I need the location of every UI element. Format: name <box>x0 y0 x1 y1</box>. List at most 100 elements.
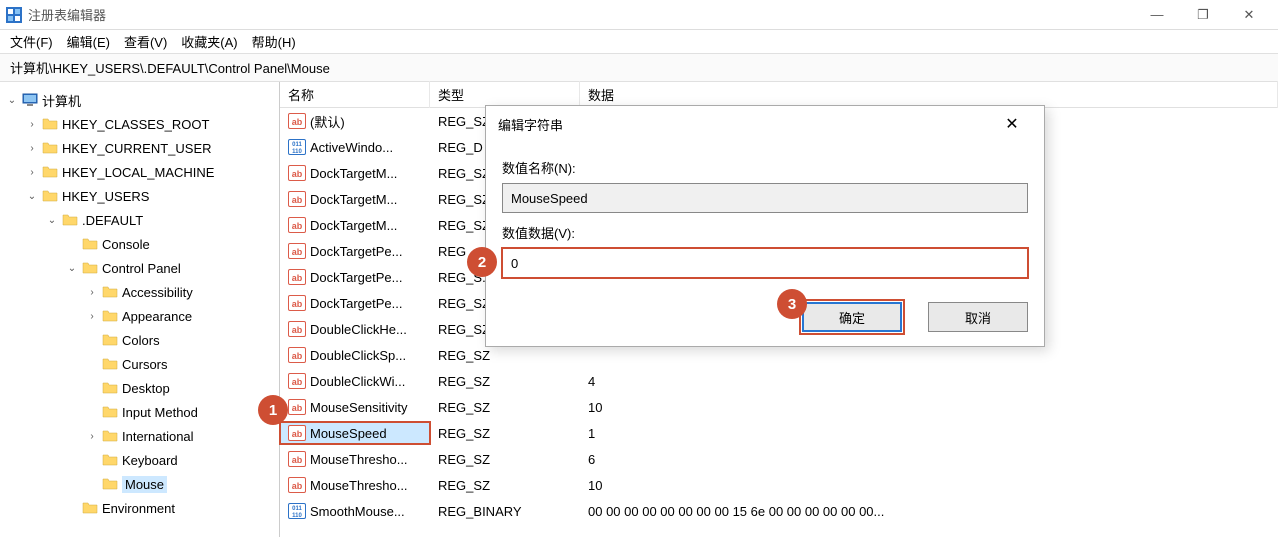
folder-icon <box>102 332 118 348</box>
menu-favorites[interactable]: 收藏夹(A) <box>181 32 237 51</box>
tree-item-environment[interactable]: Environment <box>0 496 279 520</box>
expander-placeholder <box>86 334 98 346</box>
tree-item-label: Console <box>102 237 150 252</box>
regedit-icon <box>6 7 22 23</box>
svg-text:ab: ab <box>292 299 303 309</box>
string-value-icon: ab <box>288 242 306 260</box>
chevron-right-icon[interactable]: › <box>86 286 98 298</box>
value-row[interactable]: 011110SmoothMouse...REG_BINARY00 00 00 0… <box>280 498 1278 524</box>
tree-item-label: Mouse <box>122 476 167 493</box>
string-value-icon: ab <box>288 216 306 234</box>
value-data-cell: 4 <box>580 372 1278 391</box>
tree-item-accessibility[interactable]: ›Accessibility <box>0 280 279 304</box>
address-path: 计算机\HKEY_USERS\.DEFAULT\Control Panel\Mo… <box>10 58 330 77</box>
chevron-right-icon[interactable]: › <box>86 310 98 322</box>
tree-item-keyboard[interactable]: Keyboard <box>0 448 279 472</box>
value-data-input[interactable] <box>502 248 1028 278</box>
expander-placeholder <box>66 502 78 514</box>
callout-2: 2 <box>467 247 497 277</box>
tree-item-label: HKEY_LOCAL_MACHINE <box>62 165 214 180</box>
value-row[interactable]: abMouseThresho...REG_SZ6 <box>280 446 1278 472</box>
menu-edit[interactable]: 编辑(E) <box>67 32 110 51</box>
chevron-down-icon[interactable]: ⌄ <box>46 214 58 226</box>
tree-item--[interactable]: ⌄计算机 <box>0 88 279 112</box>
svg-text:ab: ab <box>292 273 303 283</box>
string-value-icon: ab <box>288 450 306 468</box>
folder-icon <box>102 356 118 372</box>
col-type[interactable]: 类型 <box>430 81 580 108</box>
tree-item-cursors[interactable]: Cursors <box>0 352 279 376</box>
value-name-cell: abDockTargetM... <box>280 188 430 210</box>
tree-item-hkey-local-machine[interactable]: › HKEY_LOCAL_MACHINE <box>0 160 279 184</box>
value-name-label: 数值名称(N): <box>502 158 1028 177</box>
tree-item-hkey-users[interactable]: ⌄HKEY_USERS <box>0 184 279 208</box>
dialog-close-button[interactable]: ✕ <box>992 114 1032 134</box>
chevron-right-icon[interactable]: › <box>86 430 98 442</box>
value-name-text: DockTargetM... <box>310 218 397 233</box>
cancel-button[interactable]: 取消 <box>928 302 1028 332</box>
svg-text:ab: ab <box>292 481 303 491</box>
tree-item-mouse[interactable]: Mouse <box>0 472 279 496</box>
tree-item-desktop[interactable]: Desktop <box>0 376 279 400</box>
dialog-titlebar[interactable]: 编辑字符串 ✕ <box>486 106 1044 142</box>
col-data[interactable]: 数据 <box>580 81 1278 108</box>
minimize-button[interactable]: — <box>1134 0 1180 30</box>
maximize-button[interactable]: ❐ <box>1180 0 1226 30</box>
value-row[interactable]: abDoubleClickWi...REG_SZ4 <box>280 368 1278 394</box>
chevron-down-icon[interactable]: ⌄ <box>66 262 78 274</box>
menubar: 文件(F) 编辑(E) 查看(V) 收藏夹(A) 帮助(H) <box>0 30 1278 54</box>
close-button[interactable]: ✕ <box>1226 0 1272 30</box>
tree-item-hkey-classes-root[interactable]: ›HKEY_CLASSES_ROOT <box>0 112 279 136</box>
value-data-cell: 10 <box>580 398 1278 417</box>
tree-item--default[interactable]: ⌄.DEFAULT <box>0 208 279 232</box>
value-type-cell: REG_BINARY <box>430 502 580 521</box>
svg-text:011: 011 <box>292 506 302 512</box>
svg-text:ab: ab <box>292 195 303 205</box>
tree-item-console[interactable]: Console <box>0 232 279 256</box>
tree-item-label: HKEY_CURRENT_USER <box>62 141 212 156</box>
window-titlebar: 注册表编辑器 — ❐ ✕ <box>0 0 1278 30</box>
registry-tree[interactable]: ⌄计算机›HKEY_CLASSES_ROOT›HKEY_CURRENT_USER… <box>0 82 280 537</box>
folder-icon <box>42 116 58 132</box>
chevron-down-icon[interactable]: ⌄ <box>26 190 38 202</box>
menu-help[interactable]: 帮助(H) <box>252 32 296 51</box>
value-row[interactable]: abMouseSensitivityREG_SZ10 <box>280 394 1278 420</box>
tree-item-control-panel[interactable]: ⌄Control Panel <box>0 256 279 280</box>
value-row[interactable]: abMouseSpeedREG_SZ1 <box>280 420 1278 446</box>
cancel-button-label: 取消 <box>965 308 991 327</box>
address-bar[interactable]: 计算机\HKEY_USERS\.DEFAULT\Control Panel\Mo… <box>0 54 1278 82</box>
svg-text:ab: ab <box>292 247 303 257</box>
tree-item-input-method[interactable]: Input Method <box>0 400 279 424</box>
window-title: 注册表编辑器 <box>28 5 1134 24</box>
chevron-down-icon[interactable]: ⌄ <box>6 94 18 106</box>
value-row[interactable]: abMouseThresho...REG_SZ10 <box>280 472 1278 498</box>
chevron-right-icon[interactable]: › <box>26 118 38 130</box>
expander-placeholder <box>86 358 98 370</box>
folder-icon <box>42 140 58 156</box>
value-name-text: MouseSpeed <box>310 426 387 441</box>
string-value-icon: ab <box>288 424 306 442</box>
menu-view[interactable]: 查看(V) <box>124 32 167 51</box>
menu-file[interactable]: 文件(F) <box>10 32 53 51</box>
callout-1: 1 <box>258 395 288 425</box>
folder-icon <box>82 260 98 276</box>
string-value-icon: ab <box>288 112 306 130</box>
tree-item-appearance[interactable]: › Appearance <box>0 304 279 328</box>
chevron-right-icon[interactable]: › <box>26 142 38 154</box>
ok-button-label: 确定 <box>839 308 865 327</box>
svg-text:ab: ab <box>292 325 303 335</box>
tree-item-hkey-current-user[interactable]: › HKEY_CURRENT_USER <box>0 136 279 160</box>
value-data-cell: 6 <box>580 450 1278 469</box>
tree-item-colors[interactable]: Colors <box>0 328 279 352</box>
chevron-right-icon[interactable]: › <box>26 166 38 178</box>
value-name-text: SmoothMouse... <box>310 504 405 519</box>
value-name-text: DoubleClickHe... <box>310 322 407 337</box>
folder-icon <box>42 188 58 204</box>
ok-button[interactable]: 确定 <box>802 302 902 332</box>
tree-item-label: Appearance <box>122 309 192 324</box>
col-name[interactable]: 名称 <box>280 81 430 108</box>
value-data-label: 数值数据(V): <box>502 223 1028 242</box>
tree-item-international[interactable]: ›International <box>0 424 279 448</box>
value-type-cell: REG_SZ <box>430 398 580 417</box>
value-name-text: ActiveWindo... <box>310 140 393 155</box>
